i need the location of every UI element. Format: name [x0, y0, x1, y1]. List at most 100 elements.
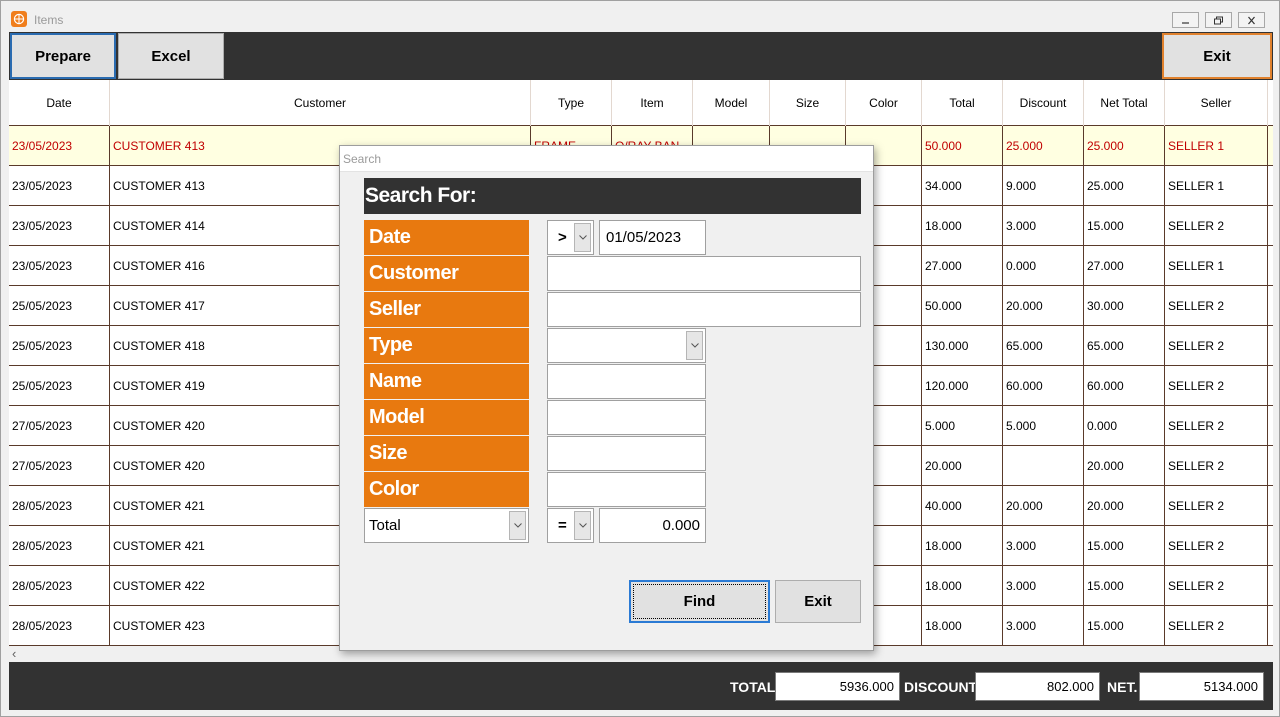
table-cell: 65.000: [1003, 326, 1084, 365]
dialog-exit-button[interactable]: Exit: [775, 580, 861, 623]
table-cell: SELLER 2: [1165, 606, 1268, 645]
app-globe-icon: [11, 11, 27, 27]
table-cell: 50.000: [922, 286, 1003, 325]
table-cell: 34.000: [922, 166, 1003, 205]
date-input[interactable]: 01/05/2023: [599, 220, 706, 255]
table-cell: 0.000: [1084, 406, 1165, 445]
table-cell: 15.000: [1084, 526, 1165, 565]
table-cell: 15.000: [1084, 606, 1165, 645]
size-input[interactable]: [547, 436, 706, 471]
restore-icon: [1214, 16, 1223, 24]
column-header[interactable]: Net Total: [1084, 80, 1165, 126]
table-cell: 23/05/2023: [9, 126, 110, 165]
net-label: NET.: [1107, 679, 1138, 695]
date-label: Date: [364, 220, 529, 255]
table-cell: 28/05/2023: [9, 526, 110, 565]
title-bar: Items: [1, 1, 1279, 32]
table-cell: SELLER 1: [1165, 246, 1268, 285]
total-label: TOTAL: [730, 679, 776, 695]
table-cell: 60.000: [1003, 366, 1084, 405]
column-header[interactable]: Customer: [110, 80, 531, 126]
table-cell: 50.000: [922, 126, 1003, 165]
column-header[interactable]: Model: [693, 80, 770, 126]
name-input[interactable]: [547, 364, 706, 399]
restore-button[interactable]: [1205, 12, 1232, 28]
search-dialog: Search Search For: Date > 01/05/2023 Cus…: [339, 145, 874, 651]
table-cell: SELLER 1: [1165, 166, 1268, 205]
excel-button[interactable]: Excel: [118, 33, 224, 79]
table-cell: 5.000: [922, 406, 1003, 445]
customer-input[interactable]: [547, 256, 861, 291]
table-cell: 25/05/2023: [9, 286, 110, 325]
table-cell: 18.000: [922, 206, 1003, 245]
chevron-down-icon[interactable]: [686, 331, 703, 360]
amount-operator-select[interactable]: =: [547, 508, 594, 543]
table-cell: 25.000: [1003, 126, 1084, 165]
table-cell: SELLER 2: [1165, 486, 1268, 525]
seller-label: Seller: [364, 292, 529, 327]
table-cell: 18.000: [922, 566, 1003, 605]
minimize-button[interactable]: [1172, 12, 1199, 28]
table-cell: 18.000: [922, 526, 1003, 565]
table-cell: 20.000: [922, 446, 1003, 485]
amount-field-value: Total: [369, 517, 401, 534]
table-cell: 18.000: [922, 606, 1003, 645]
table-cell: 5.000: [1003, 406, 1084, 445]
color-label: Color: [364, 472, 529, 507]
column-header[interactable]: Size: [770, 80, 846, 126]
table-cell: 130.000: [922, 326, 1003, 365]
table-cell: 28/05/2023: [9, 566, 110, 605]
type-select[interactable]: [547, 328, 706, 363]
model-input[interactable]: [547, 400, 706, 435]
table-cell: 25.000: [1084, 126, 1165, 165]
table-cell: 9.000: [1003, 166, 1084, 205]
chevron-down-icon[interactable]: [574, 223, 591, 252]
date-operator-select[interactable]: >: [547, 220, 594, 255]
seller-input[interactable]: [547, 292, 861, 327]
close-button[interactable]: [1238, 12, 1265, 28]
find-button[interactable]: Find: [629, 580, 770, 623]
column-header[interactable]: Item: [612, 80, 693, 126]
table-cell: 25/05/2023: [9, 366, 110, 405]
discount-label: DISCOUNT: [904, 679, 978, 695]
table-cell: 28/05/2023: [9, 486, 110, 525]
prepare-button[interactable]: Prepare: [10, 33, 116, 79]
table-cell: SELLER 2: [1165, 366, 1268, 405]
table-header: Date Customer Type Item Model Size Color Total D…: [9, 80, 1273, 126]
exit-button[interactable]: Exit: [1162, 33, 1272, 79]
amount-field-select[interactable]: Total: [364, 508, 529, 543]
table-cell: 0.000: [1003, 246, 1084, 285]
table-cell: SELLER 2: [1165, 326, 1268, 365]
table-cell: 40.000: [922, 486, 1003, 525]
name-label: Name: [364, 364, 529, 399]
totals-bar: TOTAL 5936.000 DISCOUNT 802.000 NET. 513…: [9, 662, 1273, 710]
table-cell: 60.000: [1084, 366, 1165, 405]
table-cell: 27.000: [922, 246, 1003, 285]
table-cell: 20.000: [1084, 486, 1165, 525]
date-operator-value: >: [558, 229, 567, 246]
net-value: 5134.000: [1139, 672, 1264, 701]
column-header[interactable]: Seller: [1165, 80, 1268, 126]
table-cell: 3.000: [1003, 606, 1084, 645]
color-input[interactable]: [547, 472, 706, 507]
total-value: 5936.000: [775, 672, 900, 701]
size-label: Size: [364, 436, 529, 471]
type-label: Type: [364, 328, 529, 363]
column-header[interactable]: Type: [531, 80, 612, 126]
table-cell: SELLER 1: [1165, 126, 1268, 165]
table-cell: 25.000: [1084, 166, 1165, 205]
chevron-down-icon[interactable]: [509, 511, 526, 540]
table-cell: 27/05/2023: [9, 446, 110, 485]
chevron-down-icon[interactable]: [574, 511, 591, 540]
column-header[interactable]: Discount: [1003, 80, 1084, 126]
table-cell: 20.000: [1003, 486, 1084, 525]
column-header[interactable]: Date: [9, 80, 110, 126]
column-header[interactable]: Color: [846, 80, 922, 126]
column-header[interactable]: Total: [922, 80, 1003, 126]
table-cell: 65.000: [1084, 326, 1165, 365]
table-cell: 25/05/2023: [9, 326, 110, 365]
minimize-icon: [1182, 21, 1189, 24]
amount-input[interactable]: 0.000: [599, 508, 706, 543]
table-cell: 28/05/2023: [9, 606, 110, 645]
scroll-left-icon[interactable]: ‹: [12, 646, 16, 662]
